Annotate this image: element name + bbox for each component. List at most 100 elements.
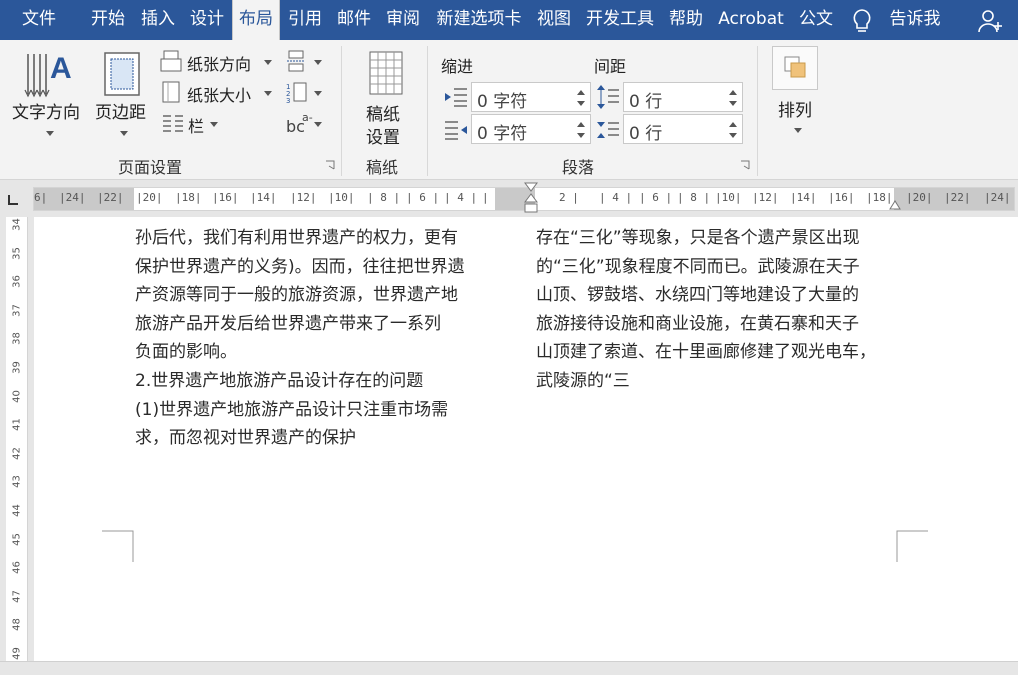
columns-icon <box>163 115 183 132</box>
svg-text:3: 3 <box>286 97 290 103</box>
indent-left-field[interactable]: 0 字符 <box>471 82 591 112</box>
tab-insert[interactable]: 插入 <box>136 0 180 40</box>
chevron-down-icon <box>794 128 802 133</box>
breaks-icon <box>287 50 305 72</box>
tab-mailings[interactable]: 邮件 <box>332 0 376 40</box>
ruler-bar[interactable]: 6| |24| |22| |20| |18| |16| |14| |12| |10| | 8 | |… <box>33 182 1015 213</box>
chevron-down-icon <box>314 91 322 96</box>
tab-help[interactable]: 帮助 <box>664 0 708 40</box>
vertical-ruler-number: 44 <box>11 504 23 517</box>
spacing-before-icon <box>597 85 619 109</box>
ruler-tick-label: |16| <box>828 191 855 204</box>
paper-size-label: 纸张大小 <box>187 86 252 105</box>
spin-arrows-icon[interactable] <box>728 119 738 141</box>
indent-left-value: 0 字符 <box>477 92 528 112</box>
word-window: 文件 开始 插入 设计 布局 引用 邮件 审阅 新建选项卡 视图 开发工具 帮助… <box>0 0 1018 675</box>
text-line: 产资源等同于一般的旅游资源，世界遗产地 <box>135 285 458 306</box>
indent-right-field[interactable]: 0 字符 <box>471 114 591 144</box>
text-line: 保护世界遗产的义务)。因而，往往把世界遗 <box>135 256 465 277</box>
share-user-icon[interactable] <box>978 8 1002 34</box>
ruler-tick-label: | 4 | <box>599 191 633 204</box>
bottom-scrollbar[interactable] <box>0 661 1018 675</box>
vertical-ruler-number: 36 <box>11 275 23 289</box>
tab-developer[interactable]: 开发工具 <box>580 0 660 40</box>
draft-setup-label-2: 设置 <box>366 128 400 148</box>
vertical-ruler-number: 43 <box>11 475 23 489</box>
chevron-down-icon <box>120 131 128 136</box>
text-line: 武陵源的“三 <box>536 371 630 391</box>
ruler-tick-label: |10| <box>715 191 742 204</box>
tab-file[interactable]: 文件 <box>6 0 72 40</box>
text-line: 2.世界遗产地旅游产品设计存在的问题 <box>135 371 424 391</box>
text-direction-label: 文字方向 <box>12 103 80 123</box>
vertical-ruler-number: 41 <box>11 418 23 432</box>
text-line: 旅游接待设施和商业设施，在黄石寨和天子 <box>536 313 859 334</box>
ruler-tick-label: |22| <box>944 191 971 204</box>
vertical-ruler-number: 34 <box>11 218 23 231</box>
group-separator <box>757 46 758 176</box>
draft-paper-icon <box>369 51 403 95</box>
text-line: 的“三化”现象程度不同而已。武陵源在天子 <box>536 256 860 277</box>
tab-home[interactable]: 开始 <box>86 0 130 40</box>
page-setup-group-label: 页面设置 <box>118 158 183 177</box>
tab-acrobat[interactable]: Acrobat <box>712 0 790 40</box>
svg-text:a-: a- <box>302 111 313 124</box>
group-separator <box>427 46 428 176</box>
ribbon-tab-bar: 文件 开始 插入 设计 布局 引用 邮件 审阅 新建选项卡 视图 开发工具 帮助… <box>0 0 1018 42</box>
tell-me-button[interactable]: 告诉我 <box>880 0 950 40</box>
ruler-tick-label: | 4 | <box>444 191 478 204</box>
tab-review[interactable]: 审阅 <box>381 0 425 40</box>
indent-left-icon <box>445 88 467 107</box>
document-page[interactable]: 孙后代，我们有利用世界遗产的权力，更有 保护世界遗产的义务)。因而，往往把世界遗产… <box>34 217 1018 661</box>
vertical-ruler-number: 37 <box>11 303 23 317</box>
tab-layout[interactable]: 布局 <box>232 0 280 42</box>
indent-heading: 缩进 <box>441 57 474 76</box>
spin-arrows-icon[interactable] <box>576 87 586 109</box>
paragraph-group-label: 段落 <box>562 158 595 177</box>
spacing-before-value: 0 行 <box>629 92 663 112</box>
vertical-ruler-number: 40 <box>11 389 23 403</box>
ruler-tick-label: |22| <box>97 191 124 204</box>
ruler-tick-label: |18| <box>175 191 202 204</box>
ruler-tick-label: |20| <box>906 191 933 204</box>
ruler-tick-label: |14| <box>250 191 277 204</box>
dialog-launcher-icon[interactable] <box>325 160 335 170</box>
arrange-label: 排列 <box>778 101 812 121</box>
ruler-tick-label: |14| <box>790 191 817 204</box>
text-line: 存在“三化”等现象，只是各个遗产景区出现 <box>536 228 860 248</box>
vertical-ruler-number: 49 <box>11 647 23 660</box>
orientation-icon <box>160 50 182 72</box>
vertical-ruler-number: 47 <box>11 589 23 603</box>
dialog-launcher-icon[interactable] <box>740 160 750 170</box>
ruler-tick-label: |10| <box>328 191 355 204</box>
tab-new-tab[interactable]: 新建选项卡 <box>430 0 528 40</box>
tab-design[interactable]: 设计 <box>185 0 229 40</box>
vertical-ruler-number: 35 <box>11 246 23 260</box>
vertical-ruler-number: 42 <box>11 446 23 460</box>
spacing-before-field[interactable]: 0 行 <box>623 82 743 112</box>
ruler-tick-label: |24| <box>59 191 86 204</box>
chevron-down-icon <box>314 122 322 127</box>
tab-references[interactable]: 引用 <box>283 0 327 40</box>
tab-gongwen[interactable]: 公文 <box>794 0 838 40</box>
indent-right-value: 0 字符 <box>477 124 528 144</box>
group-separator <box>341 46 342 176</box>
indent-marker-icon[interactable] <box>524 182 538 218</box>
ruler-tick-label: |16| <box>212 191 239 204</box>
spacing-after-field[interactable]: 0 行 <box>623 114 743 144</box>
orientation-label: 纸张方向 <box>187 55 252 74</box>
tab-view[interactable]: 视图 <box>532 0 576 40</box>
spin-arrows-icon[interactable] <box>728 87 738 109</box>
vertical-ruler[interactable]: 34 35 36 37 38 39 40 41 42 43 44 45 46 47 48 49 <box>6 217 28 665</box>
line-numbers-icon: 1 2 3 <box>286 82 307 103</box>
chevron-down-icon <box>46 131 54 136</box>
spacing-after-icon <box>597 122 619 138</box>
text-line: 孙后代，我们有利用世界遗产的权力，更有 <box>135 228 458 248</box>
lightbulb-icon[interactable] <box>850 8 874 34</box>
ruler-tick-label: 6| <box>34 191 48 204</box>
right-indent-marker-icon[interactable] <box>889 200 901 212</box>
tab-selector-icon[interactable] <box>6 193 20 207</box>
text-line: (1)世界遗产地旅游产品设计只注重市场需 <box>135 399 449 420</box>
margins-label: 页边距 <box>95 103 146 123</box>
spin-arrows-icon[interactable] <box>576 119 586 141</box>
